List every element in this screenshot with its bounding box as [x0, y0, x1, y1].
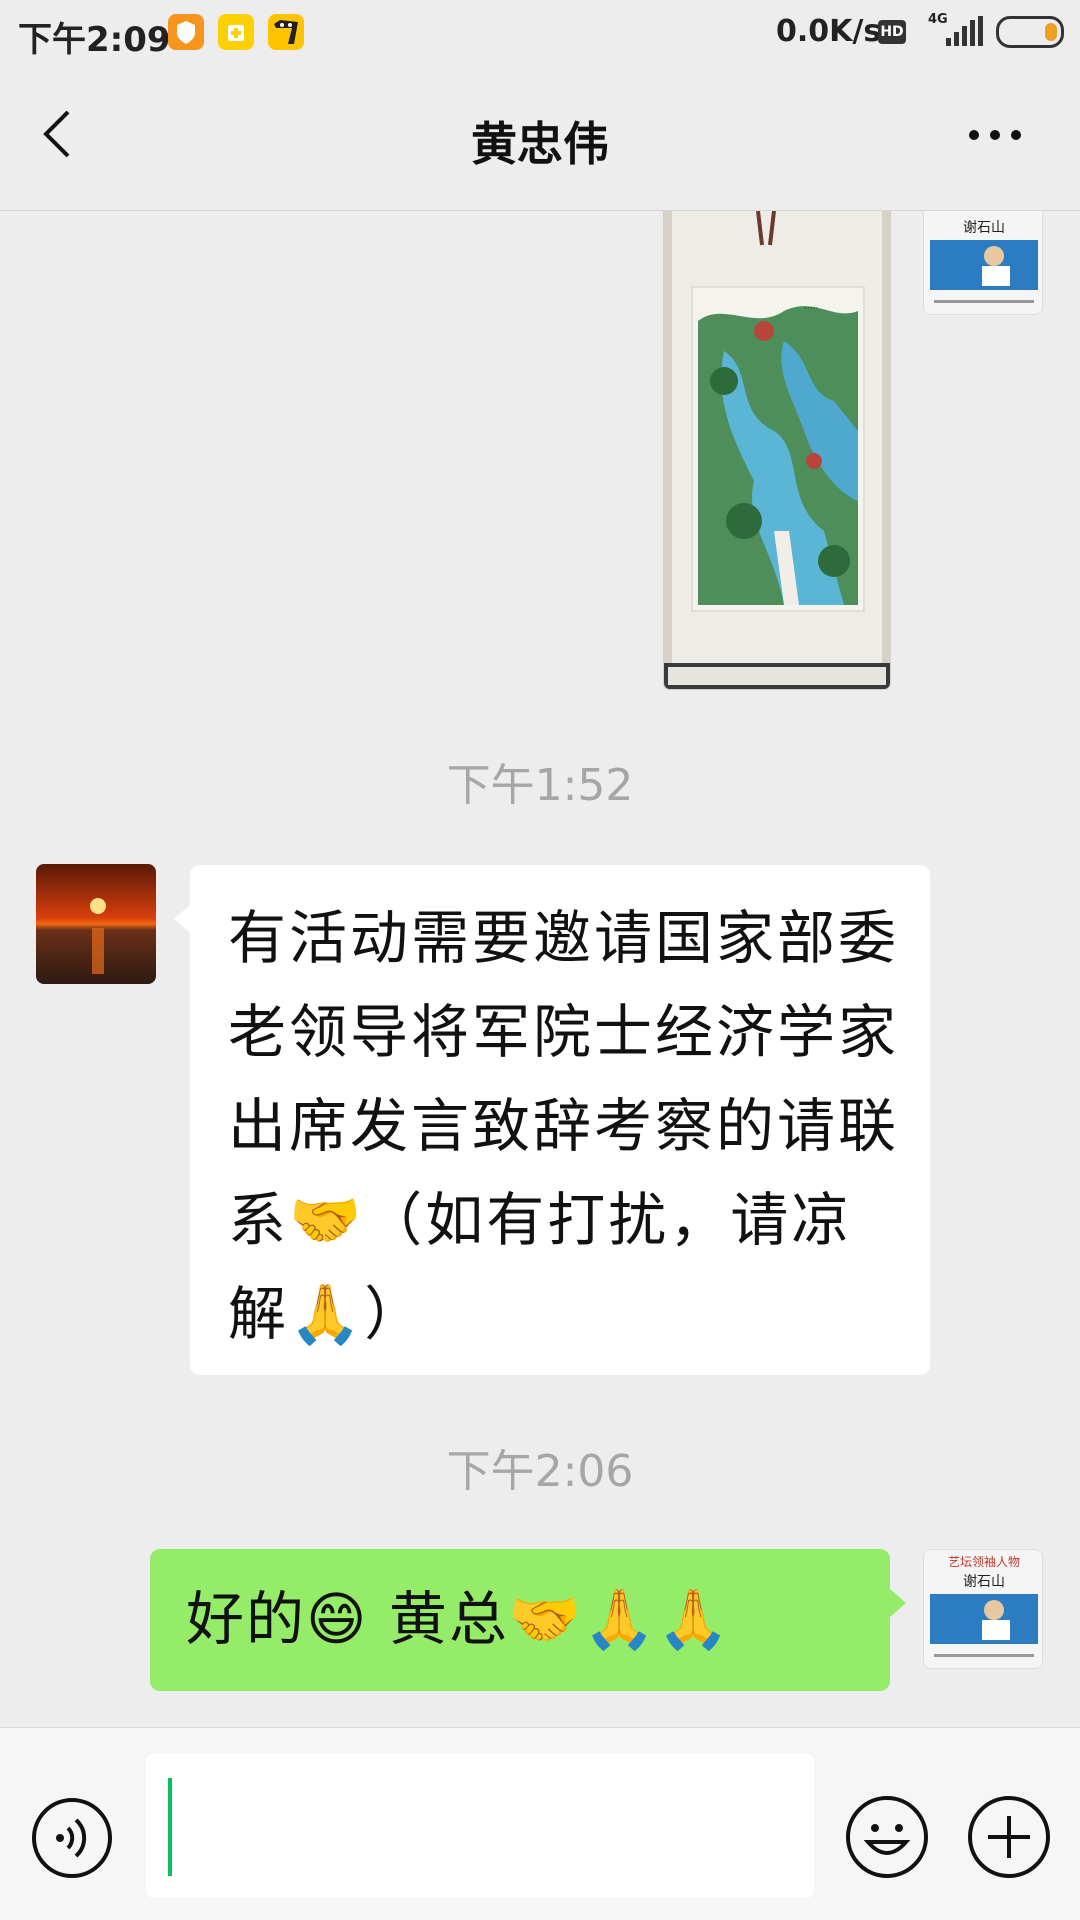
- network-speed: 0.0K/s: [776, 14, 882, 49]
- yellow-app-icon: [218, 14, 254, 50]
- outgoing-message-bubble[interactable]: 好的😄 黄总🤝🙏🙏: [150, 1549, 906, 1691]
- book-cover-avatar[interactable]: 艺坛领袖人物 谢石山: [923, 1549, 1043, 1669]
- status-time: 下午2:09: [18, 20, 171, 60]
- chat-title: 黄忠伟: [471, 117, 609, 171]
- svg-text:·····: ·····: [804, 304, 818, 314]
- input-bar: [0, 1727, 1080, 1920]
- battery-icon: [996, 16, 1064, 48]
- plus-icon[interactable]: [966, 1794, 1052, 1880]
- cat-app-icon: [268, 14, 304, 50]
- book-cover-avatar[interactable]: 谢石山: [923, 211, 1043, 315]
- chat-area[interactable]: ····· 谢石山 下午1:52 有活动需要邀请国家部委老领导将军院士经济学家出…: [0, 211, 1080, 1727]
- sunset-avatar[interactable]: [36, 864, 156, 984]
- book-cover-top-text: 艺坛领袖人物: [948, 1554, 1020, 1569]
- book-cover-name: 谢石山: [963, 1574, 1005, 1590]
- hd-badge: HD: [878, 20, 906, 44]
- status-bar: 下午2:09 0.0K/s HD 4G: [0, 0, 1080, 66]
- shield-app-icon: [168, 14, 204, 50]
- timestamp: 下午2:06: [446, 1446, 634, 1497]
- signal-icon: [946, 16, 983, 46]
- incoming-message-bubble[interactable]: 有活动需要邀请国家部委老领导将军院士经济学家出席发言致辞考察的请联系🤝（如有打扰…: [174, 865, 930, 1375]
- voice-icon[interactable]: [30, 1796, 114, 1880]
- timestamp: 下午1:52: [446, 760, 634, 811]
- battery-level: [1045, 23, 1057, 41]
- text-cursor: [168, 1778, 172, 1876]
- scroll-painting-image[interactable]: ·····: [664, 211, 890, 689]
- emoji-icon[interactable]: [844, 1794, 930, 1880]
- book-cover-name: 谢石山: [963, 220, 1005, 236]
- message-input[interactable]: [146, 1754, 814, 1898]
- title-bar: 黄忠伟: [0, 66, 1080, 211]
- more-dots-icon[interactable]: [960, 110, 1030, 160]
